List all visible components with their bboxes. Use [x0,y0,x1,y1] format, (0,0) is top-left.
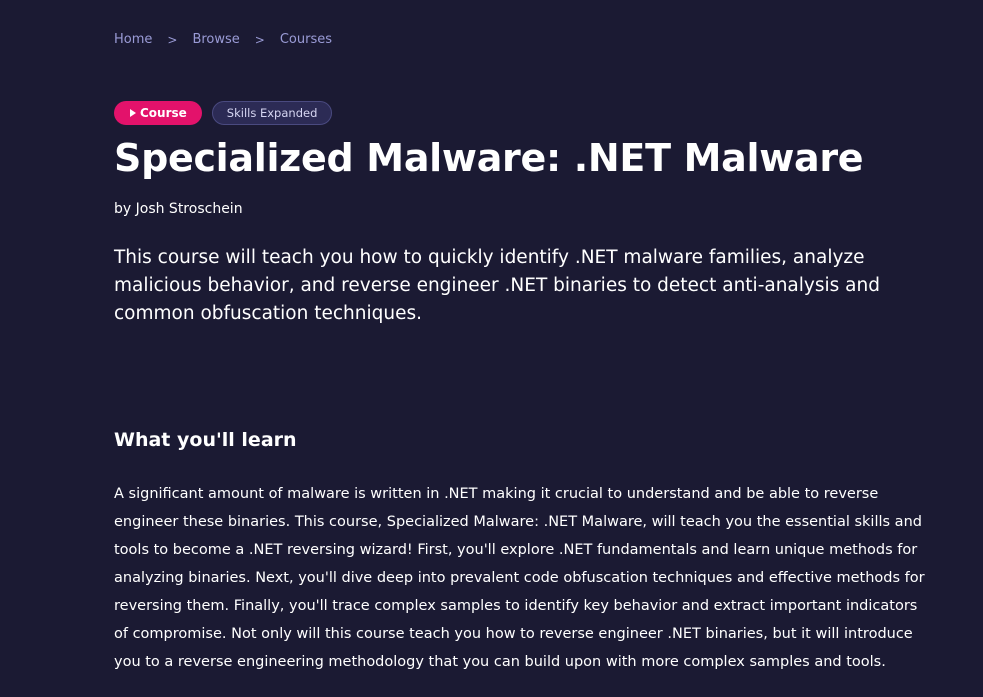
course-description: A significant amount of malware is writt… [114,486,925,670]
breadcrumb: Home > Browse > Courses [114,32,332,47]
breadcrumb-separator: > [254,32,265,47]
course-page: Home > Browse > Courses Course Skills Ex… [0,0,983,697]
course-author: by Josh Stroschein [114,201,243,217]
breadcrumb-home[interactable]: Home [114,32,152,47]
breadcrumb-courses[interactable]: Courses [280,32,332,47]
breadcrumb-separator: > [167,32,178,47]
what-youll-learn-heading: What you'll learn [114,429,297,451]
course-type-badge: Course [114,101,202,125]
page-title: Specialized Malware: .NET Malware [114,136,864,180]
play-icon [130,109,136,117]
course-type-label: Course [140,106,187,120]
course-tags: Course Skills Expanded [114,101,333,125]
skills-expanded-badge: Skills Expanded [211,101,333,125]
course-summary: This course will teach you how to quickl… [114,247,880,324]
breadcrumb-browse[interactable]: Browse [192,32,239,47]
